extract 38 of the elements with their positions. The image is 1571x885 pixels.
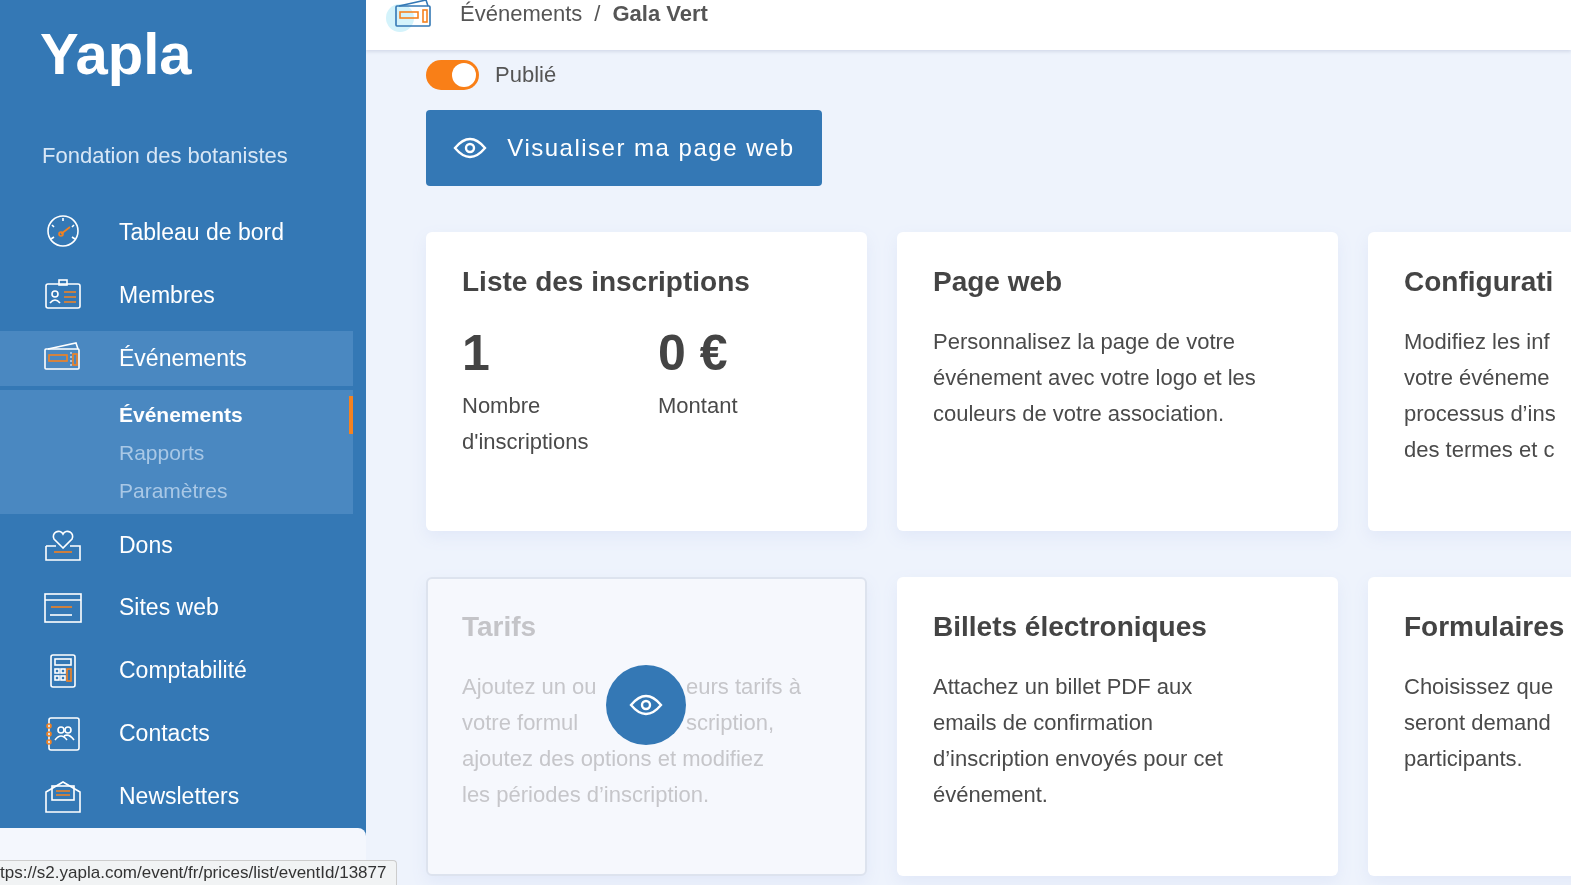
card[interactable]: Page web Personnalisez la page de votre événement avec votre logo et les couleurs de votre association.: [897, 232, 1338, 531]
card[interactable]: Billets électroniques Attachez un billet PDF aux emails de confirmation d’inscription envoyés pour cet événement.: [897, 577, 1338, 876]
card[interactable]: Configurati Modifiez les inf votre événeme processus d’ins des termes et c: [1368, 232, 1571, 531]
organization-name: Fondation des botanistes: [42, 143, 288, 169]
card[interactable]: Liste des inscriptions 1 Nombre d'inscriptions 0 € Montant: [426, 232, 867, 531]
sidebar-item[interactable]: Événements: [0, 330, 353, 386]
card-title: Configurati: [1404, 266, 1554, 298]
toggle-label: Publié: [495, 62, 557, 88]
sidebar-item[interactable]: Sites web: [0, 580, 353, 636]
card[interactable]: Formulaires Choisissez que seront demand participants.: [1368, 577, 1571, 876]
stat-label: Montant: [658, 392, 739, 420]
card-title: Formulaires: [1404, 611, 1565, 643]
breadcrumb-separator: /: [594, 1, 601, 27]
eye-icon: [453, 136, 488, 160]
view-page-button[interactable]: Visualiser ma page web: [426, 110, 822, 186]
stat-value: 0 €: [658, 324, 728, 382]
card-description: Modifiez les inf votre événeme processus d’ins des termes et c: [1404, 328, 1556, 464]
link-url-tooltip: tps://s2.yapla.com/event/fr/prices/list/eventId/13877: [0, 860, 398, 885]
sidebar-item[interactable]: Newsletters: [0, 769, 353, 824]
submenu-item[interactable]: Événements: [0, 395, 353, 434]
eye-icon: [629, 693, 663, 717]
card-description: Personnalisez la page de votre événement avec votre logo et les couleurs de votre association.: [933, 328, 1256, 428]
logo: Yapla: [40, 20, 192, 87]
sidebar-item[interactable]: Dons: [0, 517, 353, 573]
card-description: Choisissez que seront demand participants.: [1404, 673, 1554, 773]
toggle-switch[interactable]: [426, 60, 479, 90]
sidebar-item[interactable]: Comptabilité: [0, 643, 353, 699]
breadcrumb-item: Gala Vert: [612, 1, 708, 27]
stat-label: Nombre d'inscriptions: [462, 392, 590, 456]
card-title: Page web: [933, 266, 1063, 298]
sidebar-item[interactable]: Contacts: [0, 706, 353, 762]
sidebar-item[interactable]: Tableau de bord: [0, 205, 353, 260]
card-description: Attachez un billet PDF aux emails de confirmation d’inscription envoyés pour cet événement.: [933, 673, 1223, 809]
card-title: Billets électroniques: [933, 611, 1207, 643]
breadcrumb-item[interactable]: Événements: [460, 1, 583, 27]
stat-value: 1: [462, 324, 490, 382]
sidebar-item[interactable]: Membres: [0, 267, 353, 323]
card-title: Liste des inscriptions: [462, 266, 750, 298]
